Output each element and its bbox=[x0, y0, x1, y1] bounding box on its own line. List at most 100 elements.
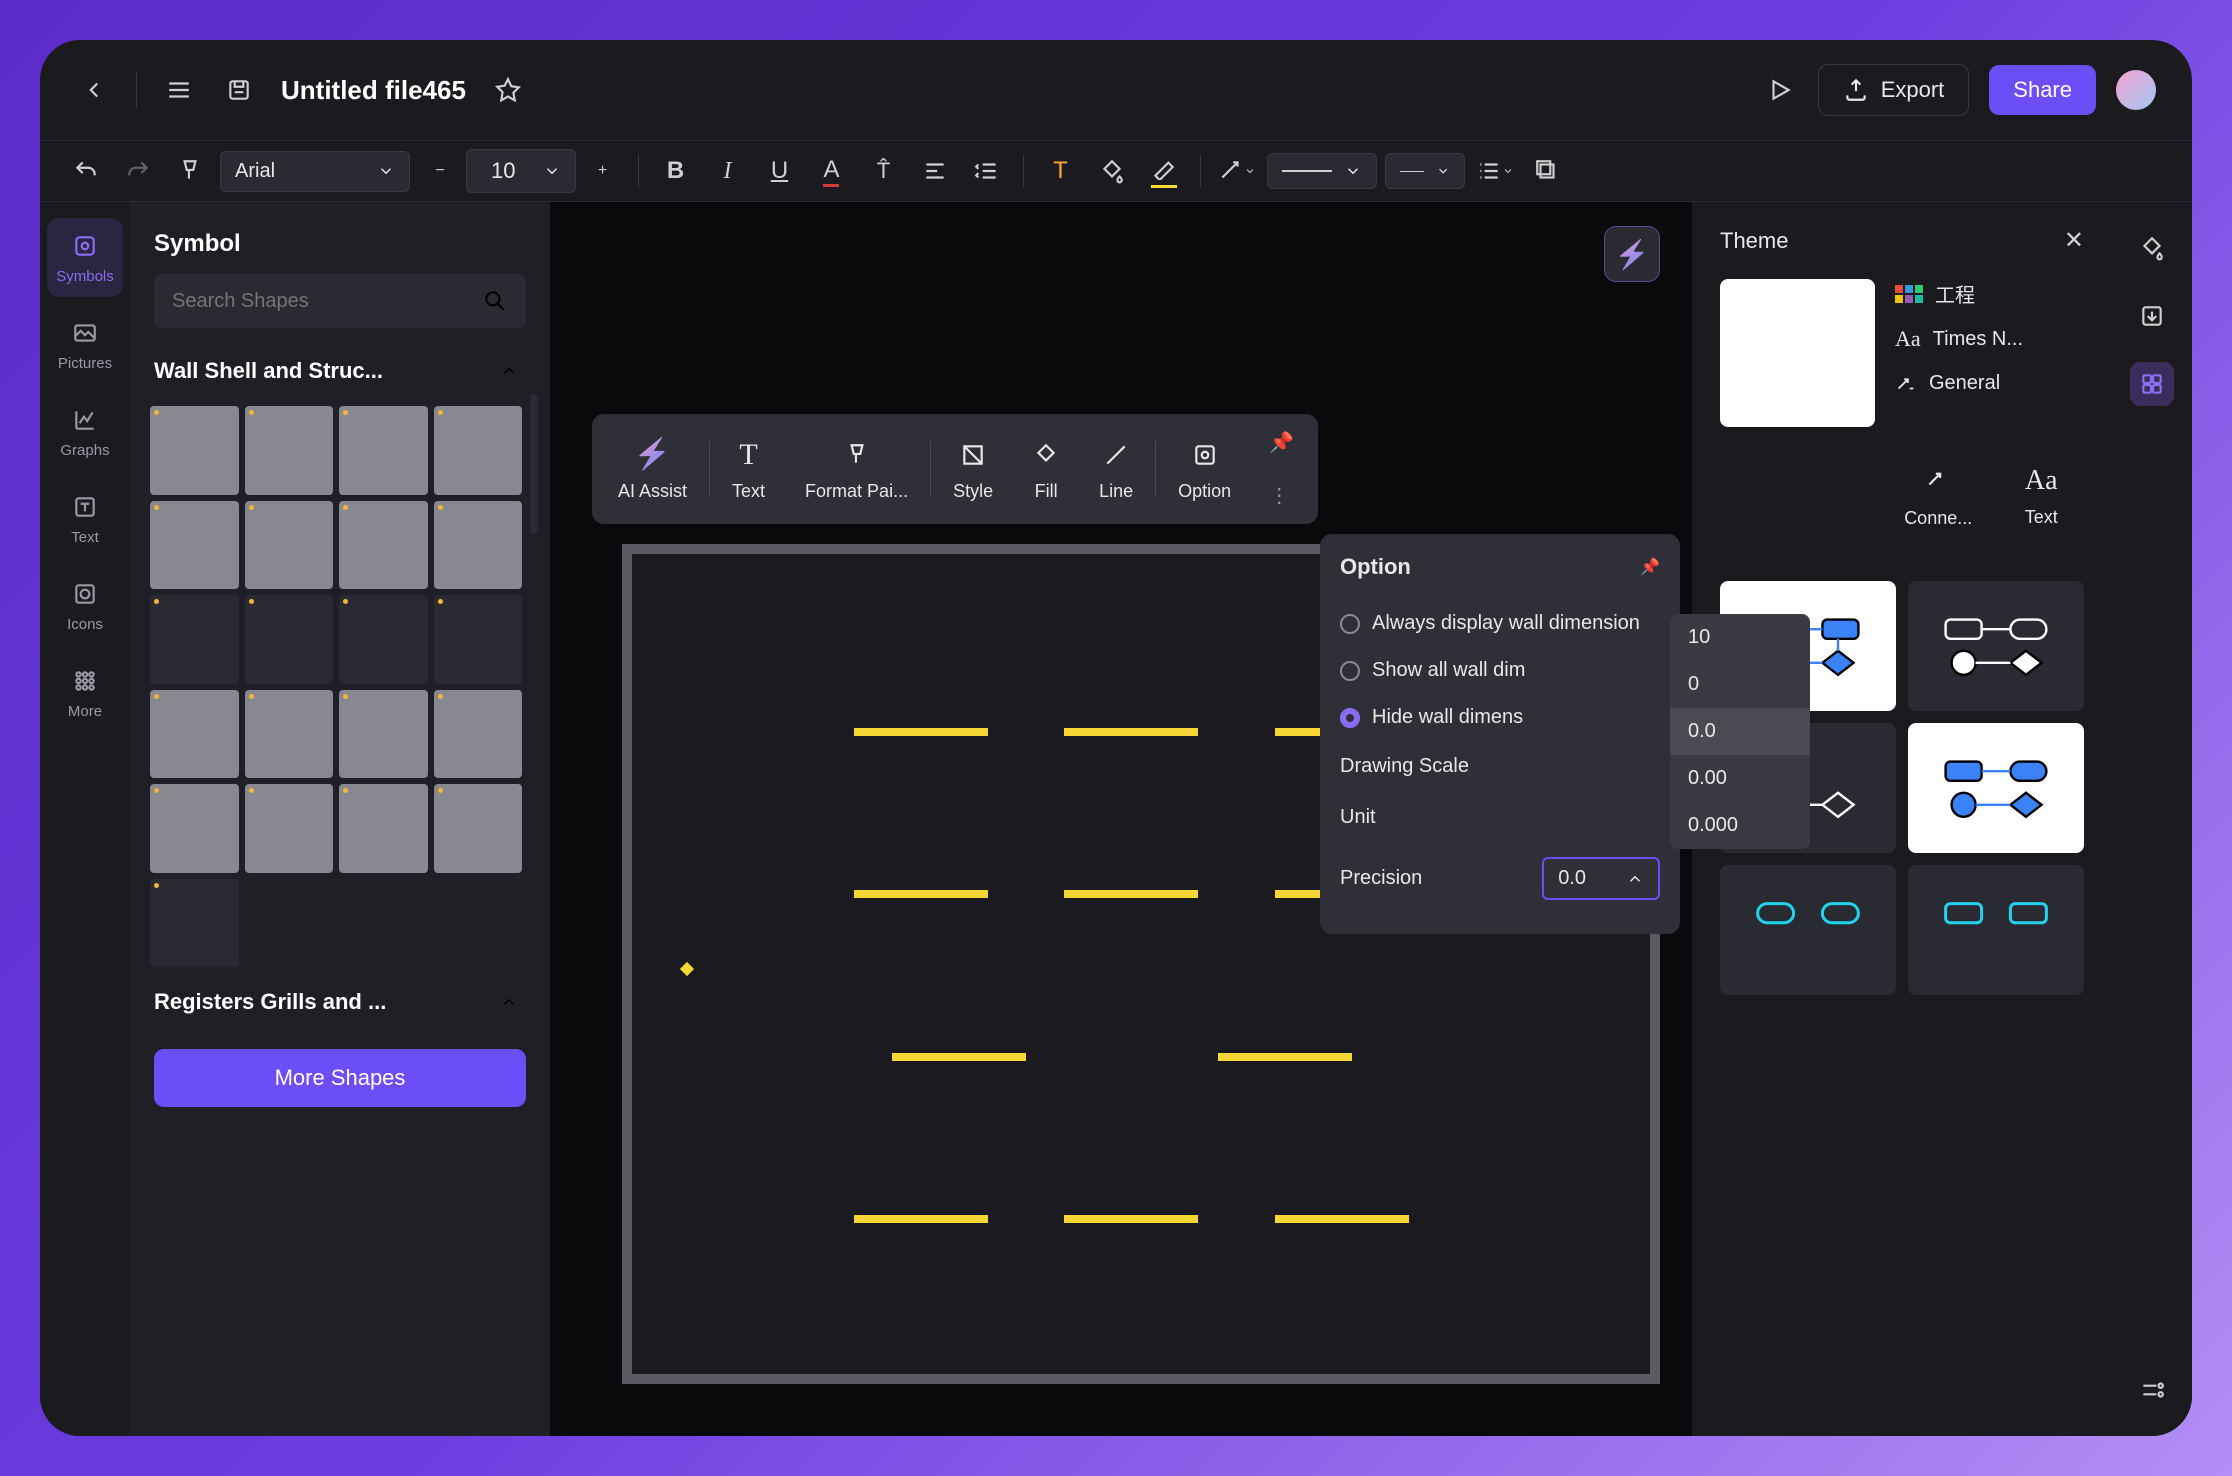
layers-button[interactable] bbox=[1525, 149, 1569, 193]
scrollbar[interactable] bbox=[530, 394, 538, 534]
dd-item-0.000[interactable]: 0.000 bbox=[1670, 802, 1810, 849]
style-card[interactable] bbox=[1720, 865, 1896, 995]
italic-button[interactable]: I bbox=[705, 149, 749, 193]
redo-button[interactable] bbox=[116, 149, 160, 193]
text-tool-button[interactable]: T bbox=[1038, 149, 1082, 193]
rr-fill-button[interactable] bbox=[2130, 226, 2174, 270]
precision-select[interactable]: 0.0 bbox=[1542, 857, 1660, 900]
shape-item[interactable] bbox=[150, 501, 239, 590]
shape-item[interactable] bbox=[339, 501, 428, 590]
option-popup: Option 📌 Always display wall dimension S… bbox=[1320, 534, 1680, 934]
pin-icon[interactable]: 📌 bbox=[1261, 422, 1302, 463]
line-spacing-button[interactable] bbox=[965, 149, 1009, 193]
dd-item-0.0[interactable]: 0.0 bbox=[1670, 708, 1810, 755]
search-input[interactable] bbox=[172, 290, 482, 313]
shape-item[interactable] bbox=[150, 690, 239, 779]
shape-item[interactable] bbox=[339, 690, 428, 779]
dd-item-0.00[interactable]: 0.00 bbox=[1670, 755, 1810, 802]
fill-button[interactable] bbox=[1090, 149, 1134, 193]
shape-item[interactable] bbox=[245, 501, 334, 590]
theme-text-button[interactable]: AaText bbox=[2025, 465, 2058, 529]
style-card[interactable] bbox=[1908, 723, 2084, 853]
ft-fill[interactable]: Fill bbox=[1015, 427, 1077, 512]
ai-assist-badge[interactable]: ⚡ bbox=[1604, 226, 1660, 282]
theme-preview[interactable] bbox=[1720, 279, 1875, 427]
bold-button[interactable]: B bbox=[653, 149, 697, 193]
play-button[interactable] bbox=[1762, 72, 1798, 108]
theme-connector-button[interactable]: Conne... bbox=[1904, 465, 1972, 529]
shape-item[interactable] bbox=[245, 406, 334, 495]
rr-import-button[interactable] bbox=[2130, 294, 2174, 338]
option-show-all[interactable]: Show all wall dim bbox=[1340, 647, 1660, 694]
shape-item[interactable] bbox=[434, 595, 523, 684]
ft-text[interactable]: TText bbox=[714, 427, 783, 512]
back-button[interactable] bbox=[76, 72, 112, 108]
ft-line[interactable]: Line bbox=[1081, 427, 1151, 512]
undo-button[interactable] bbox=[64, 149, 108, 193]
option-popup-title: Option bbox=[1340, 554, 1411, 580]
category-wall-shell[interactable]: Wall Shell and Struc... bbox=[142, 344, 530, 398]
shape-item[interactable] bbox=[150, 595, 239, 684]
style-card[interactable] bbox=[1908, 865, 2084, 995]
shape-item[interactable] bbox=[245, 784, 334, 873]
line-style-select[interactable] bbox=[1267, 153, 1377, 189]
highlight-button[interactable] bbox=[1142, 149, 1186, 193]
shape-item[interactable] bbox=[150, 406, 239, 495]
pin-icon[interactable]: 📌 bbox=[1640, 557, 1660, 577]
category-registers[interactable]: Registers Grills and ... bbox=[142, 975, 530, 1029]
font-color-button[interactable]: A bbox=[809, 149, 853, 193]
format-painter-button[interactable] bbox=[168, 149, 212, 193]
dd-item-10[interactable]: 10 bbox=[1670, 614, 1810, 661]
shape-item[interactable] bbox=[434, 406, 523, 495]
shape-item[interactable] bbox=[150, 879, 239, 968]
text-effects-button[interactable]: T̂ bbox=[861, 149, 905, 193]
ft-option[interactable]: Option bbox=[1160, 427, 1249, 512]
more-icon[interactable]: ⋮ bbox=[1261, 475, 1302, 516]
rail-item-icons[interactable]: Icons bbox=[47, 566, 123, 645]
option-hide-dimension[interactable]: Hide wall dimens bbox=[1340, 694, 1660, 741]
shape-item[interactable] bbox=[434, 690, 523, 779]
font-size-decrease[interactable]: − bbox=[418, 149, 462, 193]
connector-button[interactable] bbox=[1215, 149, 1259, 193]
underline-button[interactable]: U bbox=[757, 149, 801, 193]
rail-item-more[interactable]: More bbox=[47, 653, 123, 732]
menu-button[interactable] bbox=[161, 72, 197, 108]
ft-style[interactable]: Style bbox=[935, 427, 1011, 512]
favorite-button[interactable] bbox=[490, 72, 526, 108]
shape-item[interactable] bbox=[434, 784, 523, 873]
dd-item-0[interactable]: 0 bbox=[1670, 661, 1810, 708]
chevron-up-icon bbox=[500, 993, 518, 1011]
list-button[interactable] bbox=[1473, 149, 1517, 193]
shape-item[interactable] bbox=[245, 595, 334, 684]
rail-item-graphs[interactable]: Graphs bbox=[47, 392, 123, 471]
more-shapes-button[interactable]: More Shapes bbox=[154, 1049, 526, 1107]
shape-item[interactable] bbox=[339, 784, 428, 873]
ft-format-painter[interactable]: Format Pai... bbox=[787, 427, 926, 512]
chevron-up-icon bbox=[500, 362, 518, 380]
font-select[interactable]: Arial bbox=[220, 151, 410, 192]
style-card[interactable] bbox=[1908, 581, 2084, 711]
close-button[interactable]: ✕ bbox=[2064, 226, 2084, 255]
font-size-select[interactable]: 10 bbox=[466, 149, 576, 193]
option-always-display[interactable]: Always display wall dimension bbox=[1340, 600, 1660, 647]
rail-item-text[interactable]: Text bbox=[47, 479, 123, 558]
rail-item-pictures[interactable]: Pictures bbox=[47, 305, 123, 384]
line-weight-select[interactable] bbox=[1385, 153, 1465, 189]
shape-item[interactable] bbox=[434, 501, 523, 590]
font-size-increase[interactable]: + bbox=[580, 149, 624, 193]
rail-item-symbols[interactable]: Symbols bbox=[47, 218, 123, 297]
shape-item[interactable] bbox=[339, 406, 428, 495]
shape-item[interactable] bbox=[245, 690, 334, 779]
rr-settings-button[interactable] bbox=[2130, 1368, 2174, 1412]
shape-item[interactable] bbox=[150, 784, 239, 873]
save-icon[interactable] bbox=[221, 72, 257, 108]
ft-ai-assist[interactable]: ⚡AI Assist bbox=[600, 427, 705, 512]
export-button[interactable]: Export bbox=[1818, 64, 1970, 116]
search-shapes[interactable] bbox=[154, 274, 526, 328]
align-button[interactable] bbox=[913, 149, 957, 193]
rr-grid-button[interactable] bbox=[2130, 362, 2174, 406]
avatar[interactable] bbox=[2116, 70, 2156, 110]
share-button[interactable]: Share bbox=[1989, 65, 2096, 115]
document-title[interactable]: Untitled file465 bbox=[281, 75, 466, 106]
shape-item[interactable] bbox=[339, 595, 428, 684]
